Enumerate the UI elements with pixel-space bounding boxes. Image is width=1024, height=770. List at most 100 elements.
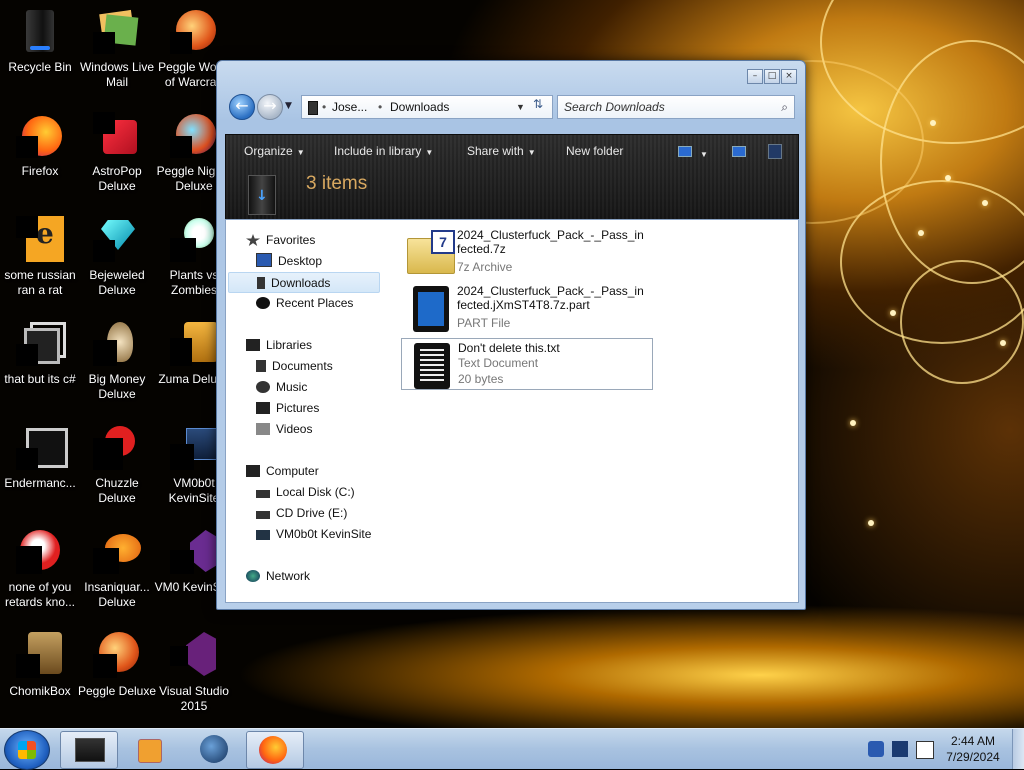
- nav-local-disk[interactable]: Local Disk (C:): [256, 482, 355, 503]
- program-icon: e: [16, 216, 64, 264]
- file-name: 2024_Clusterfuck_Pack_-_Pass_infected.7z: [457, 228, 644, 256]
- clock-date: 7/29/2024: [946, 750, 1000, 764]
- nav-downloads[interactable]: Downloads: [228, 272, 380, 293]
- desktop-icon-endermanc[interactable]: Endermanc...: [0, 424, 80, 491]
- big-money-icon: [93, 320, 141, 368]
- nav-vm-kevinsite[interactable]: VM0b0t KevinSite: [256, 524, 371, 545]
- firefox-icon: [259, 736, 287, 764]
- taskbar-app-button[interactable]: [186, 731, 242, 767]
- nav-cd-drive[interactable]: CD Drive (E:): [256, 503, 347, 524]
- nav-music[interactable]: Music: [256, 377, 307, 398]
- part-file-icon: [407, 286, 453, 332]
- show-desktop-button[interactable]: [1012, 729, 1024, 769]
- network-icon: [246, 570, 260, 582]
- program-icon: [16, 528, 64, 576]
- file-type: Text Document: [458, 356, 539, 370]
- nav-videos[interactable]: Videos: [256, 419, 312, 440]
- file-name: 2024_Clusterfuck_Pack_-_Pass_infected.jX…: [457, 284, 644, 312]
- desktop-icon-peggle[interactable]: Peggle Deluxe: [77, 632, 157, 699]
- refresh-icon[interactable]: ⇅: [527, 97, 549, 111]
- file-item[interactable]: 7 2024_Clusterfuck_Pack_-_Pass_infected.…: [401, 226, 651, 280]
- nav-network[interactable]: Network: [246, 566, 310, 587]
- firefox-icon: [16, 112, 64, 160]
- enderman-icon: [16, 424, 68, 472]
- arrow-left-icon: ←: [235, 96, 249, 115]
- system-clock[interactable]: 2:44 AM 7/29/2024: [940, 733, 1006, 765]
- file-size: 20 bytes: [458, 372, 504, 386]
- share-with-button[interactable]: Share with ▼: [467, 144, 536, 158]
- help-button[interactable]: [768, 144, 782, 162]
- file-item-selected[interactable]: Don't delete this.txt Text Document 20 b…: [401, 338, 653, 390]
- downloads-folder-icon: ↓: [248, 175, 276, 215]
- maximize-button[interactable]: □: [764, 69, 780, 84]
- close-button[interactable]: ×: [781, 69, 797, 84]
- 7z-archive-icon: 7: [407, 230, 455, 274]
- shortcut-icon: [16, 320, 66, 368]
- desktop-icon-astropop[interactable]: AstroPop Deluxe: [77, 112, 157, 194]
- folder-icon: [308, 101, 318, 115]
- include-in-library-button[interactable]: Include in library ▼: [334, 144, 433, 158]
- minimize-button[interactable]: –: [747, 69, 763, 84]
- nav-documents[interactable]: Documents: [256, 356, 333, 377]
- file-type: PART File: [457, 316, 511, 330]
- new-folder-button[interactable]: New folder: [566, 144, 623, 158]
- peggle-nights-icon: [170, 112, 218, 160]
- peggle-icon: [93, 632, 141, 680]
- view-icon: [678, 146, 692, 157]
- tray-network-icon[interactable]: [868, 741, 884, 757]
- change-view-button[interactable]: ▼: [678, 146, 708, 160]
- file-list: 7 2024_Clusterfuck_Pack_-_Pass_infected.…: [401, 226, 791, 596]
- chevron-down-icon: ▼: [296, 148, 305, 157]
- organize-button[interactable]: Organize ▼: [244, 144, 305, 158]
- explorer-content: Favorites Desktop Downloads Recent Place…: [225, 219, 799, 603]
- desktop-icon-firefox[interactable]: Firefox: [0, 112, 80, 179]
- desktop-icon-insaniquarium[interactable]: Insaniquar... Deluxe: [77, 528, 157, 610]
- breadcrumb-user[interactable]: Jose...: [332, 96, 367, 118]
- taskbar-explorer-button[interactable]: [60, 731, 118, 769]
- desktop-icon-chomikbox[interactable]: ChomikBox: [0, 632, 80, 699]
- bejeweled-icon: [93, 216, 141, 264]
- cd-drive-icon: [256, 511, 270, 519]
- tray-monitor-icon[interactable]: [892, 741, 908, 757]
- globe-icon: [200, 735, 228, 763]
- desktop-icon: [256, 253, 272, 267]
- nav-pictures[interactable]: Pictures: [256, 398, 319, 419]
- taskbar-media-player-button[interactable]: [124, 731, 180, 767]
- start-button[interactable]: [4, 730, 50, 770]
- desktop-icon-windows-live-mail[interactable]: Windows Live Mail: [77, 8, 157, 90]
- nav-favorites[interactable]: Favorites: [246, 230, 315, 251]
- nav-libraries[interactable]: Libraries: [246, 335, 312, 356]
- drive-icon: [256, 490, 270, 498]
- breadcrumb-separator: •: [378, 100, 383, 114]
- preview-pane-button[interactable]: [732, 146, 746, 160]
- back-button[interactable]: ←: [229, 94, 255, 120]
- command-bar: Organize ▼ Include in library ▼ Share with…: [225, 134, 799, 220]
- item-count: 3 items: [306, 173, 368, 194]
- desktop-icon-recycle-bin[interactable]: Recycle Bin: [0, 8, 80, 75]
- forward-button[interactable]: →: [257, 94, 283, 120]
- arrow-right-icon: →: [263, 96, 277, 115]
- search-input[interactable]: Search Downloads ⌕: [557, 95, 795, 119]
- search-icon: ⌕: [781, 100, 788, 114]
- insaniquarium-icon: [93, 528, 141, 576]
- desktop-icon-that-but-its-csharp[interactable]: that but its c#: [0, 320, 80, 387]
- desktop-icon-russian-rat[interactable]: e some russian ran a rat: [0, 216, 80, 298]
- help-icon: [768, 144, 782, 159]
- desktop-icon-none-of-you[interactable]: none of you retards kno...: [0, 528, 80, 610]
- nav-desktop[interactable]: Desktop: [256, 251, 322, 272]
- file-item[interactable]: 2024_Clusterfuck_Pack_-_Pass_infected.jX…: [401, 282, 651, 336]
- address-dropdown-icon[interactable]: ▼: [516, 96, 525, 118]
- desktop-icon-visual-studio[interactable]: Visual Studio 2015: [154, 632, 234, 714]
- file-name: Don't delete this.txt: [458, 341, 560, 355]
- tray-flag-icon[interactable]: [916, 741, 934, 759]
- breadcrumb-downloads[interactable]: Downloads: [390, 96, 449, 118]
- desktop-icon-big-money[interactable]: Big Money Deluxe: [77, 320, 157, 402]
- desktop-icon-bejeweled[interactable]: Bejeweled Deluxe: [77, 216, 157, 298]
- recent-pages-dropdown[interactable]: ▼: [285, 101, 292, 111]
- nav-computer[interactable]: Computer: [246, 461, 319, 482]
- address-bar[interactable]: • Jose... • Downloads ▼: [301, 95, 553, 119]
- search-placeholder: Search Downloads: [564, 100, 665, 114]
- nav-recent-places[interactable]: Recent Places: [256, 293, 353, 314]
- desktop-icon-chuzzle[interactable]: Chuzzle Deluxe: [77, 424, 157, 506]
- taskbar-firefox-button[interactable]: [246, 731, 304, 769]
